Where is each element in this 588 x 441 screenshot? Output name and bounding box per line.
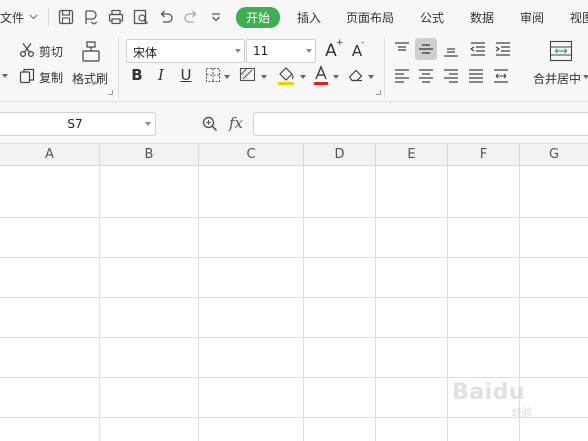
row-divider (0, 377, 588, 378)
fill-pattern-caret[interactable] (261, 75, 267, 79)
ribbon-tab-bar: 文件 开始 插入 页面布局 公式 数据 审阅 视图 (0, 0, 588, 34)
plus-icon: + (336, 38, 344, 48)
column-divider (375, 166, 376, 441)
merge-center-caret[interactable] (583, 75, 588, 79)
bold-button[interactable]: B (128, 66, 146, 84)
column-header-b[interactable]: B (100, 144, 199, 166)
baidu-watermark: Baidu (452, 380, 526, 405)
decrease-indent-icon[interactable] (467, 38, 489, 60)
font-color-icon[interactable] (312, 64, 330, 86)
merge-center-label[interactable]: 合并居中 (533, 70, 581, 87)
column-divider (447, 166, 448, 441)
formula-bar: S7 fx (0, 102, 588, 144)
highlight-fill-icon[interactable] (276, 64, 296, 86)
insert-function-button[interactable]: fx (229, 114, 243, 132)
format-painter-label[interactable]: 格式刷 (72, 70, 108, 87)
column-header-f[interactable]: F (448, 144, 520, 166)
align-right-icon[interactable] (440, 65, 462, 87)
border-caret[interactable] (224, 75, 230, 79)
font-name-value: 宋体 (133, 46, 158, 60)
chevron-down-icon[interactable] (29, 12, 38, 21)
row-divider (0, 417, 588, 418)
column-header-e[interactable]: E (376, 144, 448, 166)
column-header-c[interactable]: C (199, 144, 304, 166)
chevron-down-icon (145, 122, 151, 126)
font-color-caret[interactable] (333, 75, 339, 79)
tab-formulas[interactable]: 公式 (420, 9, 444, 26)
export-icon[interactable] (82, 8, 100, 26)
row-divider (0, 297, 588, 298)
zoom-search-icon[interactable] (201, 115, 219, 133)
paste-options-caret[interactable] (2, 74, 8, 78)
redo-icon[interactable] (182, 8, 200, 26)
fill-pattern-icon[interactable] (239, 67, 257, 83)
column-header-g[interactable]: G (520, 144, 588, 166)
customize-toolbar-icon[interactable] (207, 8, 225, 26)
border-icon[interactable] (205, 67, 221, 83)
align-top-icon[interactable] (391, 38, 413, 60)
undo-icon[interactable] (157, 8, 175, 26)
minus-icon: - (361, 38, 365, 48)
print-preview-icon[interactable] (132, 8, 150, 26)
divider (118, 38, 119, 98)
format-painter-icon[interactable] (80, 40, 102, 64)
tab-view[interactable]: 视图 (570, 9, 588, 26)
tab-page-layout[interactable]: 页面布局 (346, 9, 394, 26)
tab-insert[interactable]: 插入 (297, 9, 321, 26)
align-center-icon[interactable] (415, 65, 437, 87)
name-box-value: S7 (67, 117, 83, 131)
align-middle-icon[interactable] (415, 38, 437, 60)
column-header-a[interactable]: A (0, 144, 100, 166)
chevron-down-icon (306, 49, 312, 53)
font-dialog-launcher[interactable] (376, 90, 381, 95)
file-menu[interactable]: 文件 (0, 9, 24, 26)
align-left-icon[interactable] (391, 65, 413, 87)
copy-label[interactable]: 复制 (39, 69, 63, 86)
column-divider (303, 166, 304, 441)
increase-indent-icon[interactable] (492, 38, 514, 60)
divider (384, 38, 385, 98)
row-divider (0, 337, 588, 338)
justify-icon[interactable] (465, 65, 487, 87)
baidu-watermark-sub: 经验 (512, 408, 532, 419)
row-divider (0, 217, 588, 218)
cut-label[interactable]: 剪切 (39, 43, 63, 60)
tab-review[interactable]: 审阅 (520, 9, 544, 26)
distributed-align-icon[interactable] (490, 65, 512, 87)
font-size-value: 11 (253, 44, 269, 58)
column-header-d[interactable]: D (304, 144, 376, 166)
divider (48, 8, 49, 26)
copy-icon[interactable] (18, 67, 36, 85)
print-icon[interactable] (107, 8, 125, 26)
font-size-select[interactable]: 11 (246, 39, 316, 63)
row-divider (0, 257, 588, 258)
ribbon-toolbar: 剪切 复制 格式刷 宋体 11 A + A - B I U 合并居中 (0, 34, 588, 102)
tab-start[interactable]: 开始 (236, 7, 281, 28)
italic-button[interactable]: I (152, 66, 170, 84)
align-bottom-icon[interactable] (440, 38, 462, 60)
tab-data[interactable]: 数据 (470, 9, 494, 26)
underline-button[interactable]: U (177, 66, 195, 84)
fill-color-caret[interactable] (300, 75, 306, 79)
save-icon[interactable] (57, 8, 75, 26)
merge-cells-icon[interactable] (549, 40, 573, 62)
eraser-icon[interactable] (347, 66, 365, 84)
font-name-select[interactable]: 宋体 (126, 39, 245, 63)
clipboard-dialog-launcher[interactable] (108, 90, 113, 95)
name-box[interactable]: S7 (0, 112, 156, 136)
column-divider (99, 166, 100, 441)
column-divider (198, 166, 199, 441)
chevron-down-icon (235, 49, 241, 53)
formula-input[interactable] (253, 112, 588, 136)
scissors-icon[interactable] (18, 41, 36, 59)
clear-caret[interactable] (368, 75, 374, 79)
